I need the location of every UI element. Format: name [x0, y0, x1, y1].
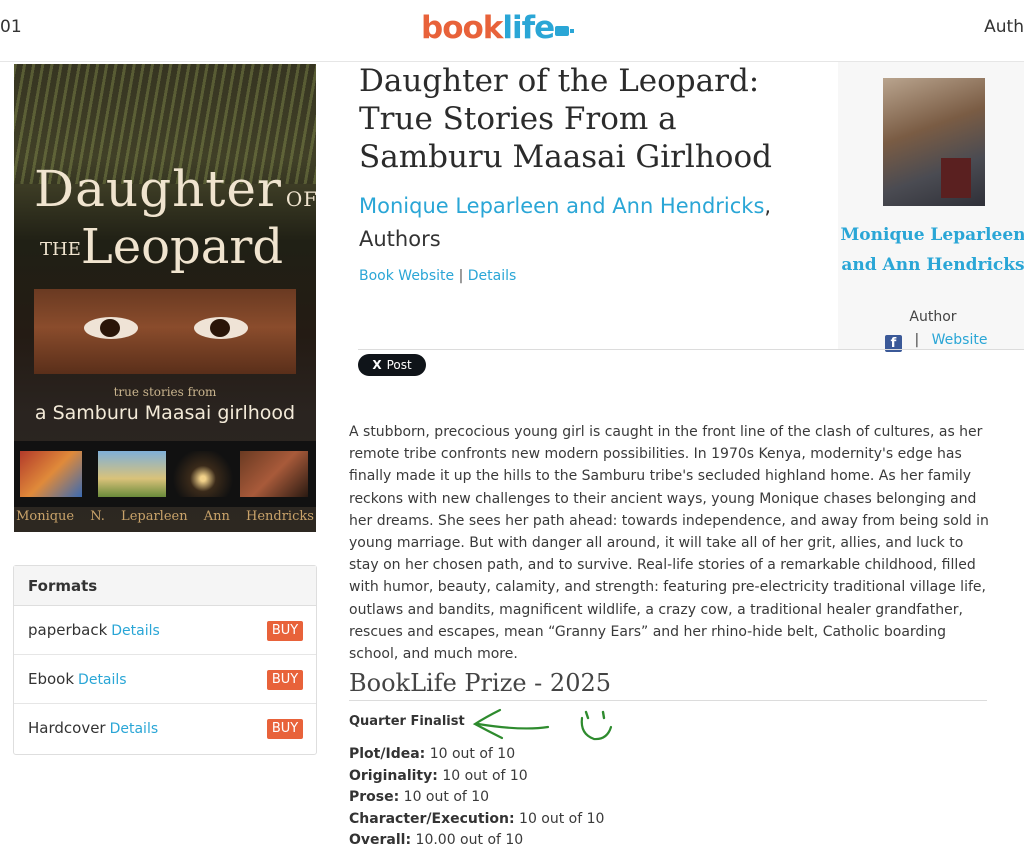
score-label: Overall: [349, 832, 412, 849]
format-details-link[interactable]: Details [78, 672, 127, 688]
cover-filmstrip [14, 441, 316, 507]
authors-role: Authors [359, 227, 441, 251]
book-website-link[interactable]: Book Website [359, 268, 454, 284]
format-details-link[interactable]: Details [110, 721, 159, 737]
x-post-button[interactable]: X Post [358, 354, 426, 376]
prize-scores: Plot/Idea: 10 out of 10 Originality: 10 … [349, 744, 604, 852]
format-name: Hardcover Details [28, 719, 158, 737]
divider [358, 349, 1024, 350]
score-row: Overall: 10.00 out of 10 [349, 830, 604, 852]
author-sidebar: Monique Leparleen and Ann Hendricks Auth… [838, 62, 1024, 352]
formats-heading: Formats [14, 566, 316, 606]
book-details-link[interactable]: Details [468, 268, 517, 284]
author-links-separator: | [914, 332, 920, 348]
links-separator: | [458, 268, 464, 284]
authors-comma: , [764, 194, 772, 218]
score-label: Character/Execution: [349, 810, 515, 827]
cover-eyes-photo [34, 289, 296, 374]
score-value: 10 out of 10 [403, 789, 490, 806]
nav-authors-link[interactable]: Auth [984, 17, 1024, 37]
cover-title-of: OF [285, 187, 316, 211]
book-authors: Monique Leparleen and Ann Hendricks, Aut… [359, 190, 829, 256]
author-role: Author [909, 309, 957, 325]
score-row: Plot/Idea: 10 out of 10 [349, 744, 604, 766]
cover-right-eye [194, 317, 248, 339]
author-website-link[interactable]: Website [932, 332, 988, 348]
format-row-paperback: paperback Details BUY [14, 606, 316, 655]
nav-left-text[interactable]: 01 [0, 17, 22, 37]
buy-button[interactable]: BUY [267, 621, 303, 641]
format-name: paperback Details [28, 621, 160, 639]
score-value: 10.00 out of 10 [415, 832, 524, 849]
x-post-label: Post [386, 358, 412, 372]
cover-subtitle-small: true stories from [113, 385, 217, 399]
score-value: 10 out of 10 [442, 767, 528, 784]
film-frame [170, 451, 236, 497]
logo-battery-icon [555, 26, 575, 36]
book-description: A stubborn, precocious young girl is cau… [349, 424, 989, 663]
author-name-link[interactable]: Monique Leparleen and Ann Hendricks [838, 220, 1024, 280]
book-title: Daughter of the Leopard: True Stories Fr… [359, 63, 772, 175]
format-row-hardcover: Hardcover Details BUY [14, 704, 316, 753]
book-links: Book Website | Details [359, 268, 516, 284]
score-value: 10 out of 10 [519, 810, 605, 827]
cover-title-the: THE [40, 239, 81, 260]
cover-title-line1: Daughter OF [34, 160, 316, 218]
cover-title-leopard: Leopard [80, 219, 284, 275]
score-row: Originality: 10 out of 10 [349, 766, 604, 788]
score-row: Character/Execution: 10 out of 10 [349, 809, 604, 831]
format-row-ebook: Ebook Details BUY [14, 655, 316, 704]
score-label: Prose: [349, 789, 400, 806]
cover-left-eye [84, 317, 138, 339]
format-label: Hardcover [28, 719, 106, 737]
buy-button[interactable]: BUY [267, 670, 303, 690]
prize-status: Quarter Finalist [349, 714, 465, 729]
cover-authors: Monique N. Leparleen Ann Hendricks [16, 509, 314, 524]
x-logo-icon: X [372, 358, 382, 372]
cover-subtitle-main: a Samburu Maasai girlhood [34, 402, 296, 424]
buy-button[interactable]: BUY [267, 719, 303, 739]
film-frame [240, 451, 308, 497]
score-value: 10 out of 10 [429, 746, 516, 762]
prize-heading: BookLife Prize - 2025 [349, 669, 611, 697]
authors-link[interactable]: Monique Leparleen and Ann Hendricks [359, 194, 764, 218]
hand-drawn-arrow-smiley-annotation [472, 708, 613, 741]
format-label: Ebook [28, 670, 75, 688]
film-frame [98, 451, 166, 497]
score-row: Prose: 10 out of 10 [349, 787, 604, 809]
author-photo-book [941, 158, 971, 198]
format-details-link[interactable]: Details [111, 623, 160, 639]
format-name: Ebook Details [28, 670, 127, 688]
score-label: Plot/Idea: [349, 746, 426, 762]
prize-divider [349, 700, 987, 701]
format-label: paperback [28, 621, 108, 639]
score-label: Originality: [349, 767, 438, 784]
book-cover-image: Daughter OF THELeopard true stories from … [14, 64, 316, 532]
cover-title-daughter: Daughter [34, 160, 282, 218]
booklife-logo[interactable]: booklife [421, 10, 575, 46]
formats-panel: Formats paperback Details BUY Ebook Detail… [13, 565, 317, 755]
author-photo[interactable] [883, 78, 985, 206]
film-frame [20, 451, 82, 497]
logo-text-book: book [421, 10, 503, 46]
cover-title-line2: THELeopard [40, 219, 283, 275]
logo-text-life: life [502, 10, 555, 46]
top-navbar: 01 booklife Auth [0, 0, 1024, 62]
